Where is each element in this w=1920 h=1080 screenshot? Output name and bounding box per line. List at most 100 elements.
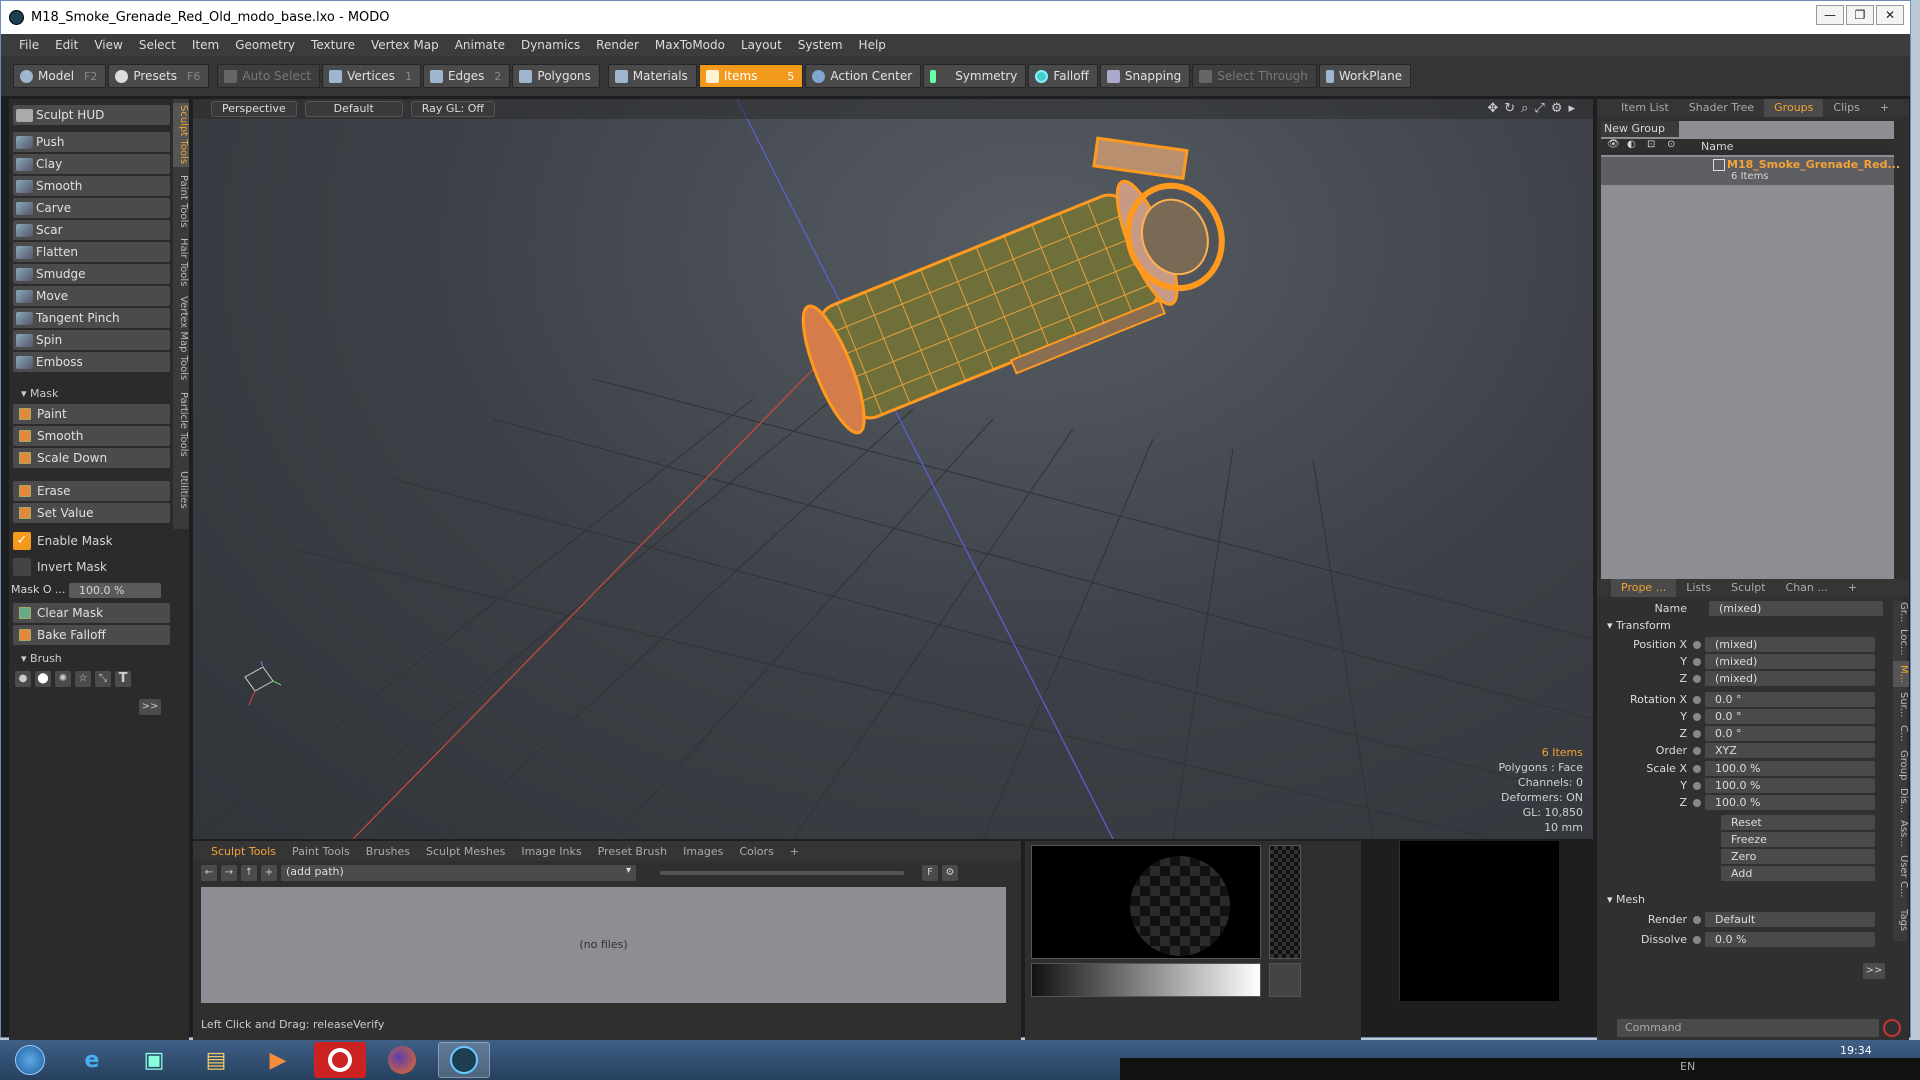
- brush-section-header[interactable]: ▾ Brush: [13, 652, 170, 668]
- vtab-sculpt-tools[interactable]: Sculpt Tools: [173, 103, 189, 167]
- materials-button[interactable]: Materials: [607, 64, 697, 88]
- tool-move[interactable]: Move: [13, 286, 170, 306]
- vtab-hair-tools[interactable]: Hair Tools: [173, 237, 189, 287]
- position-x-field[interactable]: (mixed): [1705, 637, 1875, 652]
- action-center-button[interactable]: Action Center: [805, 64, 922, 88]
- keyframe-dot-icon[interactable]: [1693, 713, 1701, 721]
- name-column-header[interactable]: Name: [1701, 140, 1733, 153]
- brush-hard-icon[interactable]: ⬤: [35, 671, 51, 687]
- menu-geometry[interactable]: Geometry: [227, 38, 303, 52]
- reset-dropdown[interactable]: Reset: [1721, 815, 1875, 830]
- brush-star-icon[interactable]: ☆: [75, 671, 91, 687]
- side-tab-5[interactable]: Group: [1893, 747, 1909, 783]
- menu-vertex-map[interactable]: Vertex Map: [363, 38, 447, 52]
- tool-push[interactable]: Push: [13, 132, 170, 152]
- vtab-paint-tools[interactable]: Paint Tools: [173, 173, 189, 229]
- tool-smudge[interactable]: Smudge: [13, 264, 170, 284]
- add-tab-button[interactable]: +: [1870, 99, 1899, 117]
- clock[interactable]: 19:34: [1840, 1044, 1872, 1057]
- keyframe-dot-icon[interactable]: [1693, 799, 1701, 807]
- tool-carve[interactable]: Carve: [13, 198, 170, 218]
- side-tab-9[interactable]: Tags: [1893, 905, 1909, 935]
- group-row[interactable]: M18_Smoke_Grenade_Red... 6 Items: [1601, 157, 1900, 185]
- brush-text-icon[interactable]: T: [115, 671, 131, 687]
- opera-icon[interactable]: [314, 1042, 366, 1078]
- viewport-settings-icon[interactable]: ⚙: [1551, 101, 1563, 116]
- tool-spin[interactable]: Spin: [13, 330, 170, 350]
- menu-animate[interactable]: Animate: [447, 38, 513, 52]
- tab-sculpt-tools[interactable]: Sculpt Tools: [203, 845, 284, 858]
- name-field[interactable]: (mixed): [1709, 601, 1883, 616]
- tab-channels[interactable]: Chan ...: [1776, 579, 1838, 597]
- tool-emboss[interactable]: Emboss: [13, 352, 170, 372]
- scale-y-field[interactable]: 100.0 %: [1705, 778, 1875, 793]
- keyframe-dot-icon[interactable]: [1693, 936, 1701, 944]
- file-explorer-icon[interactable]: ▤: [190, 1042, 242, 1078]
- invert-mask-checkbox[interactable]: Invert Mask: [13, 557, 107, 577]
- menu-edit[interactable]: Edit: [47, 38, 86, 52]
- brush-soft-icon[interactable]: ●: [15, 671, 31, 687]
- tab-paint-tools[interactable]: Paint Tools: [284, 845, 358, 858]
- vtab-utilities[interactable]: Utilities: [173, 465, 189, 515]
- tab-images[interactable]: Images: [675, 845, 731, 858]
- keyframe-dot-icon[interactable]: [1693, 916, 1701, 924]
- enable-mask-checkbox[interactable]: ✓ Enable Mask: [13, 531, 113, 551]
- mask-opacity-input[interactable]: 100.0 %: [69, 583, 161, 598]
- rotate-icon[interactable]: ↻: [1504, 101, 1515, 116]
- freeze-dropdown[interactable]: Freeze: [1721, 832, 1875, 847]
- tool-scar[interactable]: Scar: [13, 220, 170, 240]
- language-indicator[interactable]: EN: [1680, 1060, 1695, 1073]
- path-dropdown[interactable]: (add path): [281, 865, 636, 881]
- modo-taskbar-icon[interactable]: [438, 1042, 490, 1078]
- add-dropdown[interactable]: Add: [1721, 866, 1875, 881]
- firefox-icon[interactable]: [376, 1042, 428, 1078]
- fit-icon[interactable]: ⤢: [1534, 101, 1544, 116]
- zero-dropdown[interactable]: Zero: [1721, 849, 1875, 864]
- tab-preset-brush[interactable]: Preset Brush: [590, 845, 676, 858]
- sculpt-hud-button[interactable]: Sculpt HUD: [13, 105, 170, 125]
- keyframe-dot-icon[interactable]: [1693, 641, 1701, 649]
- rotation-z-field[interactable]: 0.0 °: [1705, 726, 1875, 741]
- 3d-viewport[interactable]: Perspective Default Ray GL: Off ✥ ↻ ⌕ ⤢ …: [193, 99, 1593, 839]
- menu-file[interactable]: File: [11, 38, 47, 52]
- tool-flatten[interactable]: Flatten: [13, 242, 170, 262]
- tool-clay[interactable]: Clay: [13, 154, 170, 174]
- position-y-field[interactable]: (mixed): [1705, 654, 1875, 669]
- rotation-x-field[interactable]: 0.0 °: [1705, 692, 1875, 707]
- back-icon[interactable]: ←: [201, 865, 217, 881]
- erase-button[interactable]: Erase: [13, 481, 170, 501]
- raygl-toggle[interactable]: Ray GL: Off: [410, 101, 495, 117]
- tab-shader-tree[interactable]: Shader Tree: [1679, 99, 1764, 117]
- add-tab-button[interactable]: +: [782, 845, 807, 858]
- side-tab-6[interactable]: Dis...: [1893, 787, 1909, 815]
- workplane-button[interactable]: WorkPlane: [1318, 64, 1412, 88]
- brush-custom-icon[interactable]: ⤡: [95, 671, 111, 687]
- keyframe-dot-icon[interactable]: [1693, 782, 1701, 790]
- side-tab-1[interactable]: Loc...: [1893, 627, 1909, 657]
- up-icon[interactable]: ↑: [241, 865, 257, 881]
- clear-mask-button[interactable]: Clear Mask: [13, 603, 170, 623]
- tab-item-list[interactable]: Item List: [1611, 99, 1679, 117]
- properties-more-button[interactable]: >>: [1863, 963, 1885, 979]
- menu-texture[interactable]: Texture: [303, 38, 363, 52]
- mesh-section[interactable]: ▾ Mesh: [1607, 893, 1645, 906]
- shading-dropdown[interactable]: Default: [304, 101, 403, 117]
- edges-button[interactable]: Edges 2: [422, 64, 511, 88]
- auto-select-button[interactable]: Auto Select: [217, 64, 321, 88]
- forward-icon[interactable]: →: [221, 865, 237, 881]
- menu-layout[interactable]: Layout: [733, 38, 790, 52]
- mask-section-header[interactable]: ▾ Mask: [13, 387, 170, 403]
- start-button-icon[interactable]: [4, 1042, 56, 1078]
- menu-view[interactable]: View: [86, 38, 130, 52]
- perspective-dropdown[interactable]: Perspective: [211, 101, 297, 117]
- tab-brushes[interactable]: Brushes: [358, 845, 418, 858]
- tab-groups[interactable]: Groups: [1764, 99, 1824, 117]
- tab-properties[interactable]: Prope ...: [1611, 579, 1677, 597]
- tab-clips[interactable]: Clips: [1823, 99, 1870, 117]
- file-list-area[interactable]: (no files): [201, 887, 1006, 1003]
- menu-maxtomodo[interactable]: MaxToModo: [647, 38, 733, 52]
- viewport-expand-icon[interactable]: ▸: [1568, 101, 1575, 116]
- render-dropdown[interactable]: Default: [1705, 912, 1875, 927]
- menu-system[interactable]: System: [790, 38, 851, 52]
- menu-dynamics[interactable]: Dynamics: [513, 38, 588, 52]
